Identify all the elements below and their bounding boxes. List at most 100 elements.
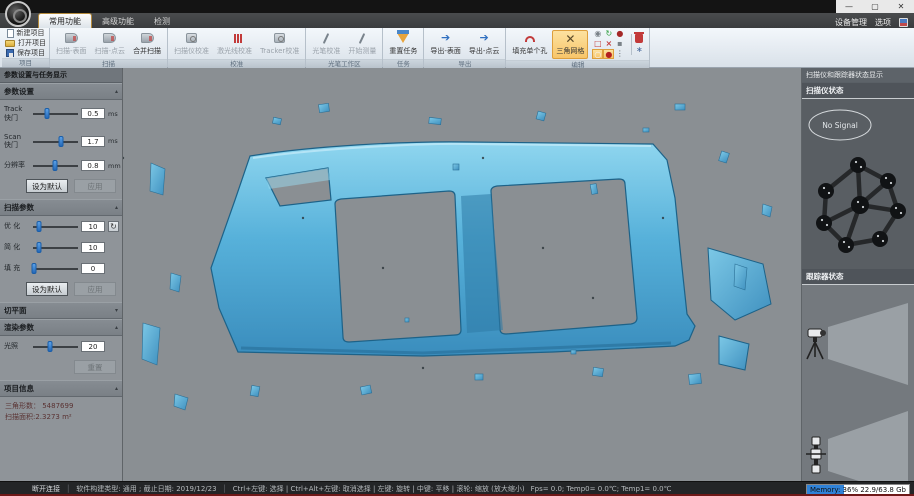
no-signal-label: No Signal bbox=[822, 121, 858, 130]
fill-value[interactable]: 0 bbox=[81, 263, 105, 274]
export-surface-button[interactable]: ➔ 导出-表面 bbox=[427, 29, 464, 58]
reset-task-icon bbox=[397, 33, 409, 43]
fill-single-hole-button[interactable]: 填充单个孔 bbox=[509, 30, 550, 59]
track-shutter-unit: ms bbox=[108, 110, 119, 118]
record-icon[interactable]: ● bbox=[614, 29, 625, 39]
rectangle-select-icon[interactable]: □ bbox=[592, 39, 603, 49]
scanner-calibration-button[interactable]: 扫描仪校准 bbox=[171, 29, 212, 58]
section-header-parameter-settings[interactable]: 参数设置▴ bbox=[0, 83, 122, 100]
performance-readout: Fps= 0.0; Temp0= 0.0℃; Temp1= 0.0℃ bbox=[531, 485, 672, 493]
app-window: — ▢ ✕ 常用功能 高级功能 检测 设备管理 选项 新建项目 打开项 bbox=[0, 0, 914, 496]
lighting-value[interactable]: 20 bbox=[81, 341, 105, 352]
point-select-icon[interactable]: ● bbox=[603, 49, 614, 59]
optimize-row: 优 化 10 ↻ bbox=[0, 216, 122, 237]
tab-common-functions[interactable]: 常用功能 bbox=[38, 13, 92, 28]
scan-pointcloud-button[interactable]: 扫描-点云 bbox=[92, 29, 129, 58]
tab-advanced-functions[interactable]: 高级功能 bbox=[92, 14, 144, 28]
delete-mesh-icon[interactable] bbox=[635, 34, 643, 43]
maximize-button[interactable]: ▢ bbox=[865, 2, 885, 11]
open-project-button[interactable]: 打开项目 bbox=[5, 39, 46, 48]
help-icon[interactable] bbox=[899, 18, 908, 27]
group-label-project: 项目 bbox=[2, 58, 49, 67]
scanner-status-view: No Signal bbox=[802, 99, 914, 269]
apply-button-1[interactable]: 应用 bbox=[74, 179, 116, 193]
visibility-icon[interactable]: ◉ bbox=[592, 29, 603, 39]
3d-viewport[interactable] bbox=[123, 68, 801, 481]
save-project-button[interactable]: 保存项目 bbox=[6, 49, 45, 58]
reset-task-button[interactable]: 重置任务 bbox=[386, 29, 420, 58]
section-header-project-info[interactable]: 项目信息▴ bbox=[0, 380, 122, 397]
device-management-menu[interactable]: 设备管理 bbox=[835, 17, 867, 28]
pen-calibration-button[interactable]: 光笔校准 bbox=[309, 29, 343, 58]
new-project-button[interactable]: 新建项目 bbox=[7, 29, 45, 38]
ribbon-group-penworkspace: 光笔校准 开始测量 光笔工作区 bbox=[306, 28, 383, 67]
section-header-clip-plane[interactable]: 切平面▾ bbox=[0, 302, 122, 319]
export-pointcloud-button[interactable]: ➔ 导出-点云 bbox=[466, 29, 503, 58]
tracker-calibration-button[interactable]: Tracker校准 bbox=[257, 29, 302, 58]
start-measure-icon bbox=[359, 33, 365, 44]
simplify-slider[interactable] bbox=[33, 242, 78, 253]
simplify-label: 简 化 bbox=[4, 243, 30, 252]
ribbon-group-edit: 填充单个孔 ✕ 三角网格 ◉ ↻ ● □ × ▪ ○ ● ⋮ bbox=[506, 28, 650, 67]
scan-shutter-unit: ms bbox=[108, 137, 119, 145]
close-button[interactable]: ✕ bbox=[891, 2, 911, 11]
laser-calibration-button[interactable]: 激光线校准 bbox=[214, 29, 255, 58]
scan-shutter-value[interactable]: 1.7 bbox=[81, 136, 105, 147]
group-label-task: 任务 bbox=[383, 59, 423, 68]
optimize-label: 优 化 bbox=[4, 222, 30, 231]
delete-selection-icon[interactable]: × bbox=[603, 39, 614, 49]
reset-render-button[interactable]: 重置 bbox=[74, 360, 116, 374]
left-panel-header: 参数设置与任务显示 bbox=[0, 68, 122, 83]
tracker-calibration-icon bbox=[274, 33, 285, 43]
lighting-row: 光照 20 bbox=[0, 336, 122, 357]
fill-row: 填 充 0 bbox=[0, 258, 122, 279]
ellipse-select-icon[interactable]: ○ bbox=[592, 49, 603, 59]
new-project-icon bbox=[7, 29, 14, 38]
fill-label: 填 充 bbox=[4, 264, 30, 273]
scan-area: 扫描面积:2.3273 m² bbox=[5, 412, 117, 423]
section-header-scan-parameters[interactable]: 扫描参数▴ bbox=[0, 199, 122, 216]
apply-button-2[interactable]: 应用 bbox=[74, 282, 116, 296]
scan-surface-icon bbox=[65, 33, 78, 43]
scan-surface-button[interactable]: 扫描-表面 bbox=[53, 29, 90, 58]
resolution-slider[interactable] bbox=[33, 160, 78, 171]
ribbon-tab-row: 常用功能 高级功能 检测 设备管理 选项 bbox=[0, 13, 914, 28]
title-bar: — ▢ ✕ bbox=[0, 0, 914, 13]
triangle-mesh-icon: ✕ bbox=[565, 33, 575, 45]
triangle-mesh-button[interactable]: ✕ 三角网格 bbox=[552, 30, 588, 59]
start-measure-button[interactable]: 开始测量 bbox=[345, 29, 379, 58]
optimize-slider[interactable] bbox=[33, 221, 78, 232]
resolution-value[interactable]: 0.8 bbox=[81, 160, 105, 171]
tab-inspection[interactable]: 检测 bbox=[144, 14, 180, 28]
app-logo-icon[interactable] bbox=[5, 1, 31, 27]
set-default-button-2[interactable]: 设为默认 bbox=[26, 282, 68, 296]
scan-shutter-slider[interactable] bbox=[33, 136, 78, 147]
simplify-value[interactable]: 10 bbox=[81, 242, 105, 253]
right-panel-header: 扫描仪和跟踪器状态显示 bbox=[802, 68, 914, 83]
filter-icon[interactable]: ∗ bbox=[635, 45, 643, 55]
refresh-selection-icon[interactable]: ↻ bbox=[603, 29, 614, 39]
ribbon-group-calibration: 扫描仪校准 激光线校准 Tracker校准 校准 bbox=[168, 28, 306, 67]
optimize-refresh-icon[interactable]: ↻ bbox=[108, 221, 119, 232]
lighting-slider[interactable] bbox=[33, 341, 78, 352]
optimize-value[interactable]: 10 bbox=[81, 221, 105, 232]
save-project-icon bbox=[6, 49, 14, 57]
merge-scan-icon bbox=[141, 33, 154, 43]
brush-select-icon[interactable]: ▪ bbox=[614, 39, 625, 49]
resolution-row: 分辨率 0.8 mm bbox=[0, 155, 122, 176]
set-default-button-1[interactable]: 设为默认 bbox=[26, 179, 68, 193]
merge-scan-button[interactable]: 合并扫描 bbox=[130, 29, 164, 58]
fill-slider[interactable] bbox=[33, 263, 78, 274]
track-shutter-value[interactable]: 0.5 bbox=[81, 108, 105, 119]
mouse-hints: Ctrl+左键: 选择 | Ctrl+Alt+左键: 取消选择 | 左键: 旋转… bbox=[233, 484, 525, 494]
connection-status: 断开连接 bbox=[4, 484, 60, 494]
list-options-icon[interactable]: ⋮ bbox=[614, 49, 625, 59]
options-menu[interactable]: 选项 bbox=[875, 17, 891, 28]
group-label-penworkspace: 光笔工作区 bbox=[306, 59, 382, 68]
memory-label: Memory: 36% 22.9/63.8 Gb bbox=[807, 485, 909, 494]
ribbon-group-task: 重置任务 任务 bbox=[383, 28, 424, 67]
section-header-render-parameters[interactable]: 渲染参数▴ bbox=[0, 319, 122, 336]
track-shutter-slider[interactable] bbox=[33, 108, 78, 119]
status-panel: 扫描仪和跟踪器状态显示 扫描仪状态 No Signal bbox=[801, 68, 914, 481]
minimize-button[interactable]: — bbox=[839, 2, 859, 11]
